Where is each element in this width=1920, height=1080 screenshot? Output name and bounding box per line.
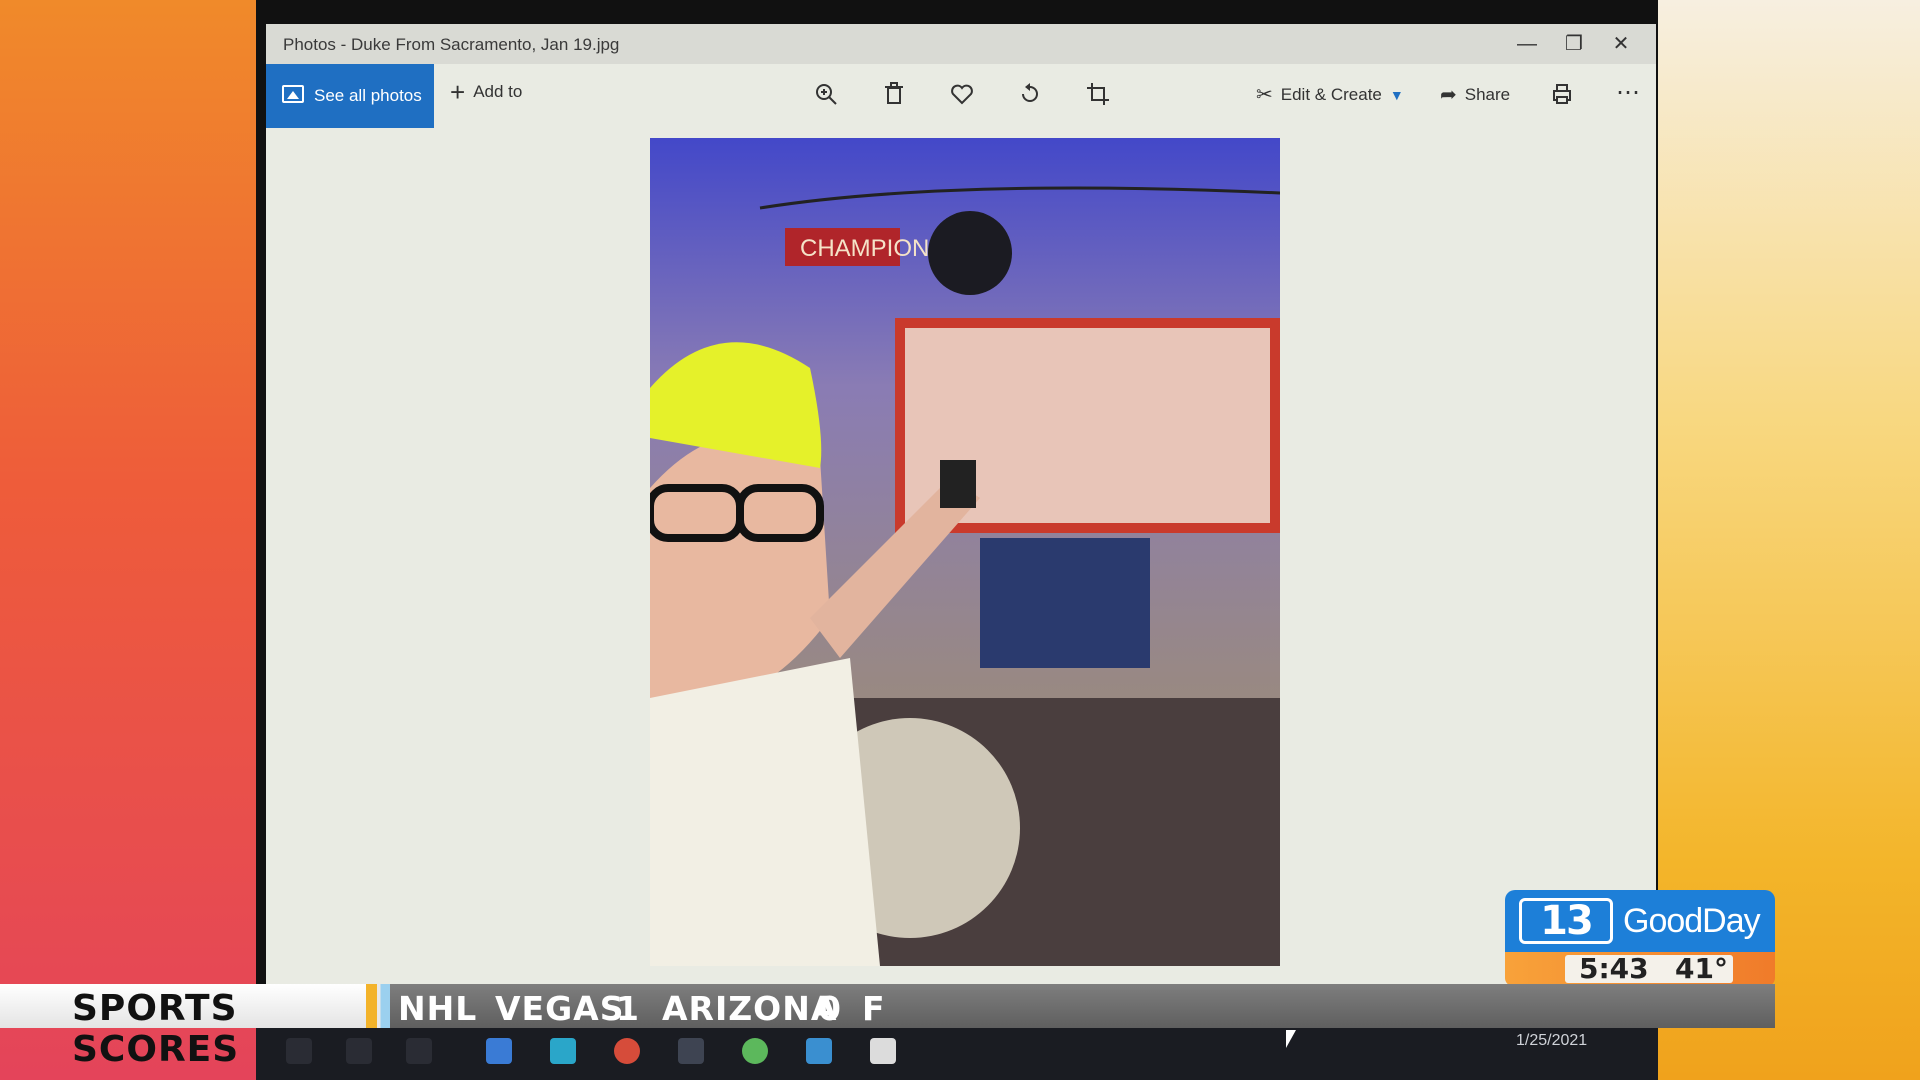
ticker-label-box: SPORTS SCORES: [0, 984, 366, 1070]
share-icon: ➦: [1440, 84, 1457, 106]
task-view-icon[interactable]: [406, 1038, 432, 1064]
edit-create-button[interactable]: ✂ Edit & Create ▼: [1256, 82, 1404, 107]
station-bug-header: 13 GoodDay: [1505, 890, 1775, 952]
close-icon[interactable]: ✕: [1598, 28, 1644, 60]
edit-create-label: Edit & Create: [1280, 84, 1382, 104]
add-to-label: Add to: [473, 82, 523, 101]
displayed-photo[interactable]: CHAMPION: [650, 138, 1280, 966]
toolbar: See all photos + Add to ✂ Edit & Create …: [266, 64, 1656, 128]
desktop-taskbar: 1/25/2021: [256, 1024, 1658, 1080]
plus-icon: +: [450, 77, 466, 107]
ticker-score1: 1: [616, 989, 640, 1028]
mail-icon[interactable]: [806, 1038, 832, 1064]
ticker-status: F: [862, 989, 886, 1028]
photos-app-window: Photos - Duke From Sacramento, Jan 19.jp…: [266, 24, 1656, 1024]
ticker-league: NHL: [398, 989, 478, 1028]
photo-image: CHAMPION: [650, 138, 1280, 966]
ticker-score2: 0: [818, 989, 842, 1028]
crop-icon[interactable]: [1084, 80, 1112, 108]
browser-icon[interactable]: [614, 1038, 640, 1064]
channel-logo: 13: [1519, 898, 1613, 944]
file-explorer-icon[interactable]: [486, 1038, 512, 1064]
share-button[interactable]: ➦ Share: [1440, 82, 1510, 107]
ticker-label: SPORTS SCORES: [72, 988, 240, 1070]
station-bug: 13 GoodDay 5:43 41°: [1505, 890, 1775, 986]
zoom-icon[interactable]: [812, 80, 840, 108]
edit-create-icon: ✂: [1256, 84, 1273, 106]
print-icon[interactable]: [1548, 80, 1576, 108]
title-bar: Photos - Duke From Sacramento, Jan 19.jp…: [266, 24, 1656, 64]
current-time: 5:43: [1579, 952, 1649, 985]
delete-icon[interactable]: [880, 80, 908, 108]
add-to-button[interactable]: + Add to: [450, 77, 523, 107]
chevron-down-icon: ▼: [1389, 86, 1404, 103]
window-title: Photos - Duke From Sacramento, Jan 19.jp…: [283, 35, 620, 54]
more-icon[interactable]: ⋯: [1616, 78, 1640, 107]
champion-sign: CHAMPION: [800, 235, 929, 262]
sports-ticker: SPORTS SCORES NHL VEGAS 1 ARIZONA 0 F: [0, 984, 1775, 1070]
favorite-icon[interactable]: [948, 80, 976, 108]
photo-canvas: CHAMPION: [266, 128, 1656, 1024]
mouse-cursor: [1286, 1030, 1296, 1048]
minimize-icon[interactable]: —: [1504, 28, 1550, 60]
current-temperature: 41°: [1675, 952, 1728, 985]
rotate-icon[interactable]: [1016, 80, 1044, 108]
photos-taskbar-icon[interactable]: [870, 1038, 896, 1064]
ticker-separator: [366, 984, 390, 1028]
see-all-photos-button[interactable]: See all photos: [266, 64, 434, 128]
see-all-photos-label: See all photos: [314, 86, 422, 105]
ticker-team2: ARIZONA: [662, 989, 838, 1028]
gallery-icon: [282, 85, 304, 103]
restore-icon[interactable]: ❐: [1551, 28, 1597, 60]
station-bug-footer: 5:43 41°: [1505, 952, 1775, 986]
taskbar-date: 1/25/2021: [1516, 1032, 1588, 1049]
show-name: GoodDay: [1623, 902, 1761, 940]
time-temp-readout: 5:43 41°: [1565, 955, 1733, 983]
app-icon[interactable]: [678, 1038, 704, 1064]
share-label: Share: [1464, 84, 1511, 104]
studio-background-left: [0, 0, 262, 1080]
chrome-icon[interactable]: [742, 1038, 768, 1064]
edge-icon[interactable]: [550, 1038, 576, 1064]
ticker-team1: VEGAS: [495, 989, 625, 1028]
